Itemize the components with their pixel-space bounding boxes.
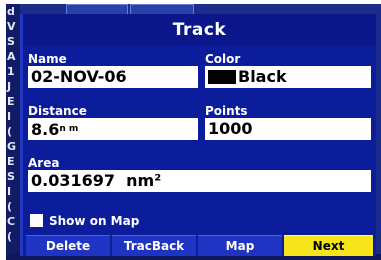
background-list-letter: I xyxy=(7,110,12,123)
background-list-letter: d xyxy=(7,5,15,18)
background-list-letter: ( xyxy=(7,230,13,243)
background-list-letter: 1 xyxy=(7,65,15,78)
background-list-letter: S xyxy=(7,35,15,48)
name-label: Name xyxy=(28,52,67,66)
tracback-button[interactable]: TracBack xyxy=(112,235,196,256)
distance-value: 8.6 xyxy=(31,120,60,139)
track-dialog: Track Name 02-NOV-06 Color Black Distanc… xyxy=(20,14,376,256)
color-value: Black xyxy=(238,67,287,86)
background-list-letter: C xyxy=(7,215,16,228)
background-list-letter: E xyxy=(7,95,15,108)
dialog-title: Track xyxy=(23,14,376,46)
points-field: 1000 xyxy=(205,118,371,140)
map-button[interactable]: Map xyxy=(198,235,282,256)
points-label: Points xyxy=(205,104,248,118)
distance-field: 8.6n m xyxy=(28,118,198,140)
area-unit: nm² xyxy=(126,171,162,190)
background-list-letter: E xyxy=(7,155,15,168)
device-screen: d V S A 1 J E I(G E S I(C( Track Name 02-NOV-06 Co… xyxy=(6,4,381,260)
background-list-letter: V xyxy=(7,20,16,33)
background-list-letter: G xyxy=(7,140,17,153)
background-list-letter: ( xyxy=(7,200,13,213)
name-field[interactable]: 02-NOV-06 xyxy=(28,66,198,88)
next-button[interactable]: Next xyxy=(284,235,373,256)
distance-unit: n m xyxy=(59,124,79,134)
area-label: Area xyxy=(28,156,60,170)
color-field[interactable]: Black xyxy=(205,66,371,88)
background-list-letter: I xyxy=(7,185,12,198)
background-list-letter: J xyxy=(7,80,12,93)
background-list-strip: d V S A 1 J E I(G E S I(C( xyxy=(6,4,20,260)
area-field: 0.031697 nm² xyxy=(28,170,371,192)
background-list-letter: A xyxy=(7,50,16,63)
show-on-map-checkbox[interactable] xyxy=(30,214,43,227)
show-on-map-label: Show on Map xyxy=(49,214,140,228)
background-list-letter: S xyxy=(7,170,15,183)
delete-button[interactable]: Delete xyxy=(26,235,110,256)
distance-label: Distance xyxy=(28,104,87,118)
color-swatch xyxy=(208,70,236,84)
area-value: 0.031697 xyxy=(31,171,116,190)
color-label: Color xyxy=(205,52,241,66)
background-list-letter: ( xyxy=(7,125,13,138)
